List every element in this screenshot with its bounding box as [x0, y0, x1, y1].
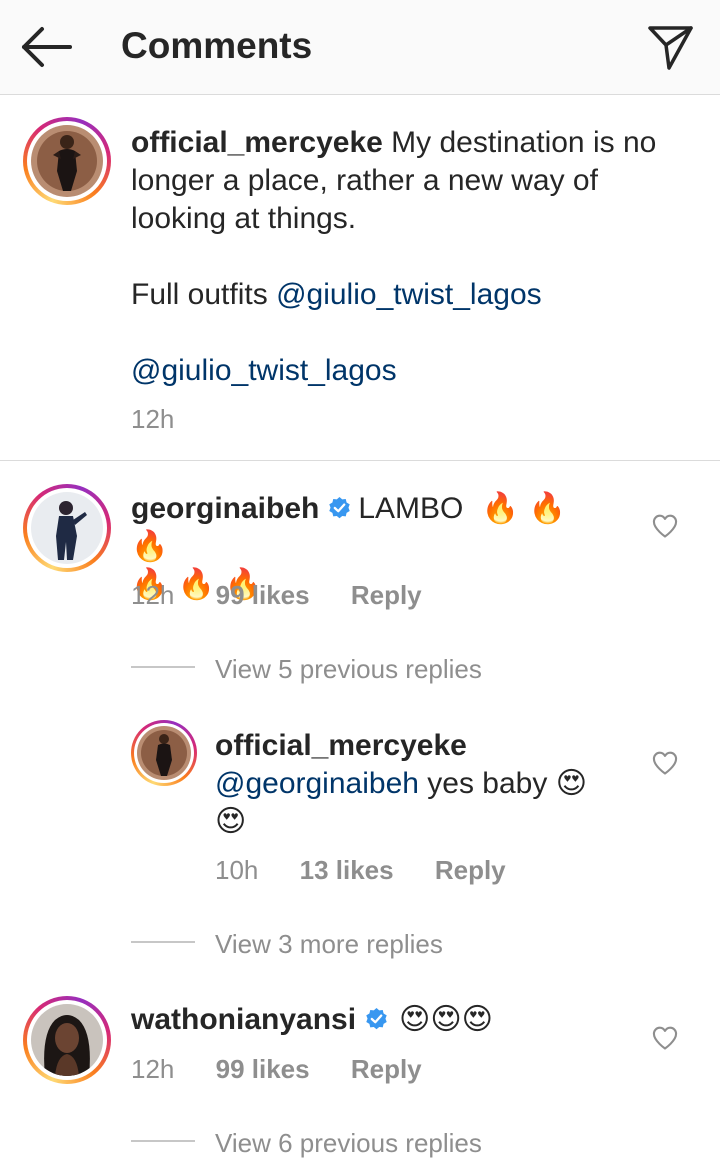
reply-username[interactable]: official_mercyeke: [215, 729, 467, 762]
heart-eyes-emoji-row: 😍😍😍: [399, 1002, 493, 1037]
comment-timestamp: 12h: [131, 1054, 175, 1084]
heart-eyes-emoji: 😍: [555, 766, 587, 801]
avatar-official-mercyeke-reply[interactable]: [131, 720, 197, 786]
comment-username[interactable]: georginaibeh: [131, 492, 319, 525]
reply-mention[interactable]: @georginaibeh: [215, 767, 419, 800]
caption-mention-1[interactable]: @giulio_twist_lagos: [276, 278, 542, 311]
comment-body: LAMBO: [358, 492, 464, 525]
page-title: Comments: [121, 25, 313, 66]
direct-send-icon[interactable]: [644, 20, 696, 72]
avatar-georginaibeh[interactable]: [23, 484, 111, 572]
caption-outfits-prefix: Full outfits: [131, 278, 268, 311]
likes-count[interactable]: 99 likes: [216, 1054, 310, 1084]
like-heart-icon[interactable]: [651, 1024, 679, 1052]
likes-count[interactable]: 13 likes: [300, 855, 394, 885]
replies-line: [131, 666, 195, 668]
like-heart-icon[interactable]: [651, 512, 679, 540]
comment-timestamp: 12h: [131, 580, 175, 610]
avatar-official-mercyeke[interactable]: [23, 117, 111, 205]
reply-mercyeke-text: official_mercyeke @georginaibeh yes baby…: [215, 727, 635, 841]
view-more-replies-button[interactable]: View 3 more replies: [215, 929, 443, 960]
likes-count[interactable]: 99 likes: [216, 580, 310, 610]
heart-eyes-emoji-2: 😍: [215, 804, 247, 839]
reply-timestamp: 10h: [215, 855, 259, 885]
caption-timestamp: 12h: [131, 404, 175, 434]
reply-button[interactable]: Reply: [435, 855, 506, 885]
caption-mention-line: @giulio_twist_lagos: [131, 352, 397, 390]
verified-badge-icon: [366, 1008, 387, 1030]
replies-line: [131, 1140, 195, 1142]
like-heart-icon[interactable]: [651, 749, 679, 777]
view-previous-replies-button[interactable]: View 5 previous replies: [215, 654, 482, 685]
verified-badge-icon: [329, 497, 351, 519]
reply-button[interactable]: Reply: [351, 580, 422, 610]
reply-button[interactable]: Reply: [351, 1054, 422, 1084]
caption-text: official_mercyeke My destination is no l…: [131, 124, 691, 238]
replies-line: [131, 941, 195, 943]
back-arrow-icon[interactable]: [18, 22, 74, 72]
reply-mercyeke-meta: 10h 13 likes Reply: [215, 855, 506, 886]
comment-wathonianyansi-text: wathonianyansi 😍😍😍: [131, 1001, 611, 1039]
caption-divider: [0, 460, 720, 461]
caption-mention-2[interactable]: @giulio_twist_lagos: [131, 354, 397, 387]
caption-outfits-line: Full outfits @giulio_twist_lagos: [131, 276, 542, 314]
view-previous-replies-button[interactable]: View 6 previous replies: [215, 1128, 482, 1159]
comment-georginaibeh-meta: 12h 99 likes Reply: [131, 580, 422, 611]
avatar-wathonianyansi[interactable]: [23, 996, 111, 1084]
caption-username[interactable]: official_mercyeke: [131, 126, 383, 159]
reply-body: yes baby: [427, 767, 548, 800]
comment-username[interactable]: wathonianyansi: [131, 1003, 356, 1036]
top-bar: Comments: [0, 0, 720, 95]
comment-wathonianyansi-meta: 12h 99 likes Reply: [131, 1054, 422, 1085]
